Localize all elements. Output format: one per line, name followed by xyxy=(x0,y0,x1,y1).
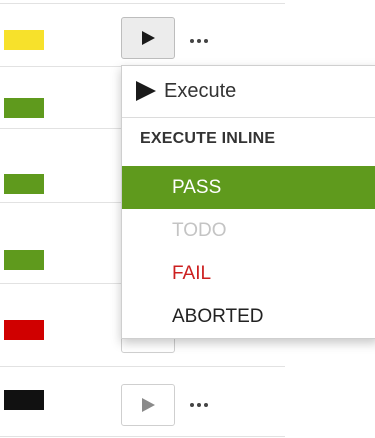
more-dots-icon xyxy=(190,403,194,407)
status-swatch xyxy=(4,250,44,270)
run-button[interactable] xyxy=(121,384,175,426)
menu-item-pass[interactable]: PASS xyxy=(122,166,375,209)
row-divider xyxy=(0,3,285,4)
status-swatch xyxy=(4,98,44,118)
more-options-button[interactable] xyxy=(190,398,208,412)
play-icon xyxy=(136,81,156,101)
menu-item-execute-label: Execute xyxy=(164,79,237,102)
menu-divider xyxy=(122,117,375,118)
play-icon xyxy=(141,31,155,45)
menu-section-header: EXECUTE INLINE xyxy=(140,130,276,147)
status-swatch xyxy=(4,174,44,194)
more-options-button[interactable] xyxy=(190,34,208,48)
status-swatch xyxy=(4,30,44,50)
execute-dropdown-menu: Execute EXECUTE INLINE PASS TODO FAIL AB… xyxy=(121,65,375,339)
status-swatch xyxy=(4,390,44,410)
status-swatch xyxy=(4,320,44,340)
menu-item-aborted[interactable]: ABORTED xyxy=(122,295,375,338)
row-divider xyxy=(0,366,285,367)
play-icon xyxy=(141,398,155,412)
run-button[interactable] xyxy=(121,17,175,59)
menu-item-todo[interactable]: TODO xyxy=(122,209,375,252)
menu-item-execute[interactable]: Execute xyxy=(122,66,375,116)
menu-item-fail[interactable]: FAIL xyxy=(122,252,375,295)
row-divider xyxy=(0,436,285,437)
more-dots-icon xyxy=(190,39,194,43)
